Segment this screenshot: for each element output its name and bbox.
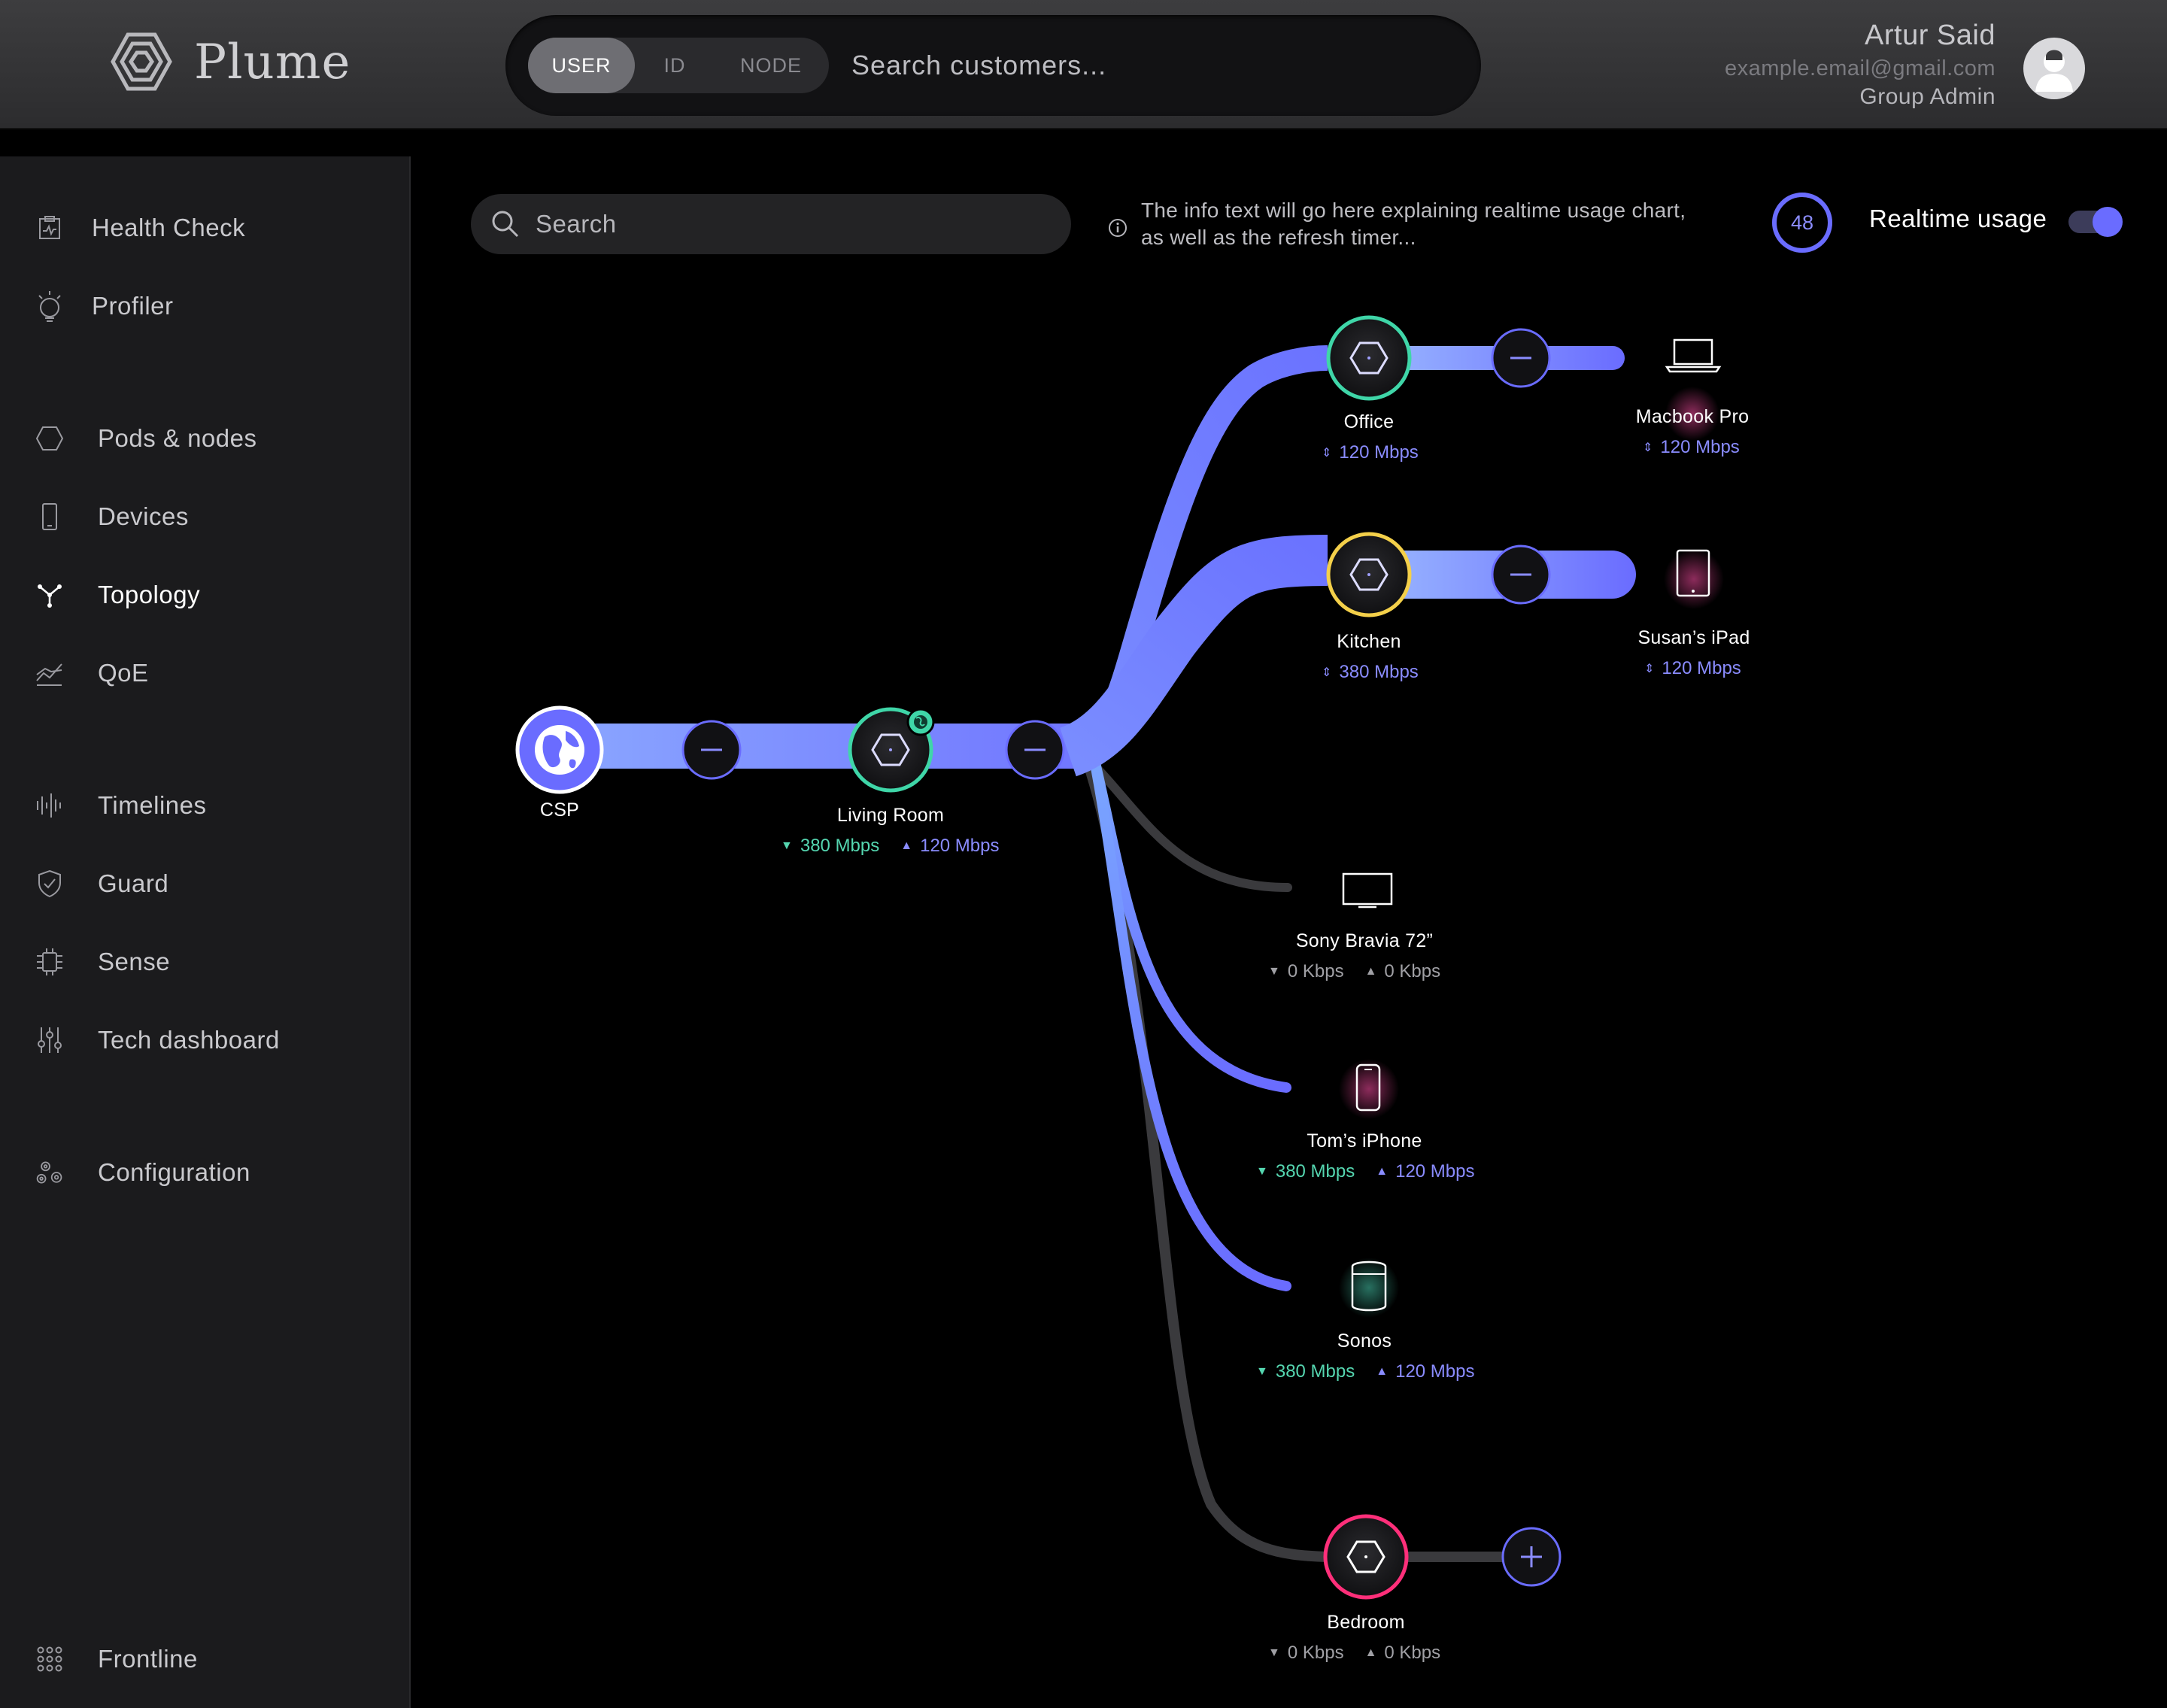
upload-rate: ▲ 120 Mbps <box>1376 1161 1475 1182</box>
internet-badge-globe-icon <box>906 708 935 736</box>
tv-icon[interactable] <box>1342 872 1393 909</box>
sonos-stats: ▼ 380 Mbps ▲ 120 Mbps <box>1256 1361 1475 1382</box>
topology-graph <box>515 315 1724 1600</box>
sony-label: Sony Bravia 72” <box>1295 930 1434 951</box>
rate: ⇕ 380 Mbps <box>1322 662 1419 682</box>
upload-rate: ▲ 120 Mbps <box>1376 1361 1475 1382</box>
macbook-label: Macbook Pro <box>1635 406 1750 427</box>
sonos-glow <box>1339 1257 1399 1318</box>
ipad-glow <box>1664 549 1724 609</box>
kitchen-pod[interactable] <box>1326 532 1412 617</box>
laptop-icon[interactable] <box>1665 338 1722 373</box>
download-rate: ▼ 380 Mbps <box>781 836 880 856</box>
expand-button-bedroom[interactable] <box>1501 1527 1562 1587</box>
ipad-label: Susan’s iPad <box>1637 627 1750 648</box>
download-rate: ▼ 380 Mbps <box>1256 1161 1355 1182</box>
office-label: Office <box>1343 411 1395 432</box>
upload-rate: ▲ 0 Kbps <box>1364 1643 1441 1663</box>
kitchen-stats: ⇕ 380 Mbps <box>1322 662 1419 683</box>
office-pod[interactable] <box>1326 315 1412 401</box>
collapse-button-office[interactable] <box>1491 328 1551 388</box>
macbook-stats: ⇕ 120 Mbps <box>1643 437 1740 458</box>
collapse-button-kitchen[interactable] <box>1491 545 1551 605</box>
link-sonos <box>1089 754 1291 1291</box>
collapse-button-csp[interactable] <box>681 720 742 780</box>
ipad-stats: ⇕ 120 Mbps <box>1644 658 1741 679</box>
rate: ⇕ 120 Mbps <box>1643 437 1740 457</box>
sonos-label: Sonos <box>1337 1330 1392 1352</box>
download-rate: ▼ 0 Kbps <box>1268 1643 1344 1663</box>
rate: ⇕ 120 Mbps <box>1644 658 1741 678</box>
bedroom-pod[interactable] <box>1323 1514 1409 1600</box>
sony-stats: ▼ 0 Kbps ▲ 0 Kbps <box>1268 961 1440 982</box>
bedroom-stats: ▼ 0 Kbps ▲ 0 Kbps <box>1268 1643 1440 1664</box>
download-rate: ▼ 380 Mbps <box>1256 1361 1355 1382</box>
kitchen-label: Kitchen <box>1337 631 1401 652</box>
office-stats: ⇕ 120 Mbps <box>1322 442 1419 463</box>
iphone-stats: ▼ 380 Mbps ▲ 120 Mbps <box>1256 1161 1475 1182</box>
upload-rate: ▲ 120 Mbps <box>900 836 1000 856</box>
iphone-label: Tom’s iPhone <box>1307 1130 1422 1151</box>
collapse-button-living-room[interactable] <box>1005 720 1065 780</box>
link-kitchen-branch <box>1058 535 1328 777</box>
bedroom-label: Bedroom <box>1327 1612 1405 1633</box>
csp-label: CSP <box>539 799 580 821</box>
download-rate: ▼ 0 Kbps <box>1268 961 1344 981</box>
csp-node[interactable] <box>515 705 604 794</box>
upload-rate: ▲ 0 Kbps <box>1364 961 1441 981</box>
living-room-label: Living Room <box>836 805 945 826</box>
living-room-pod[interactable] <box>848 707 935 793</box>
globe-icon <box>535 725 584 775</box>
rate: ⇕ 120 Mbps <box>1322 442 1419 463</box>
living-room-stats: ▼ 380 Mbps ▲ 120 Mbps <box>781 836 1000 857</box>
